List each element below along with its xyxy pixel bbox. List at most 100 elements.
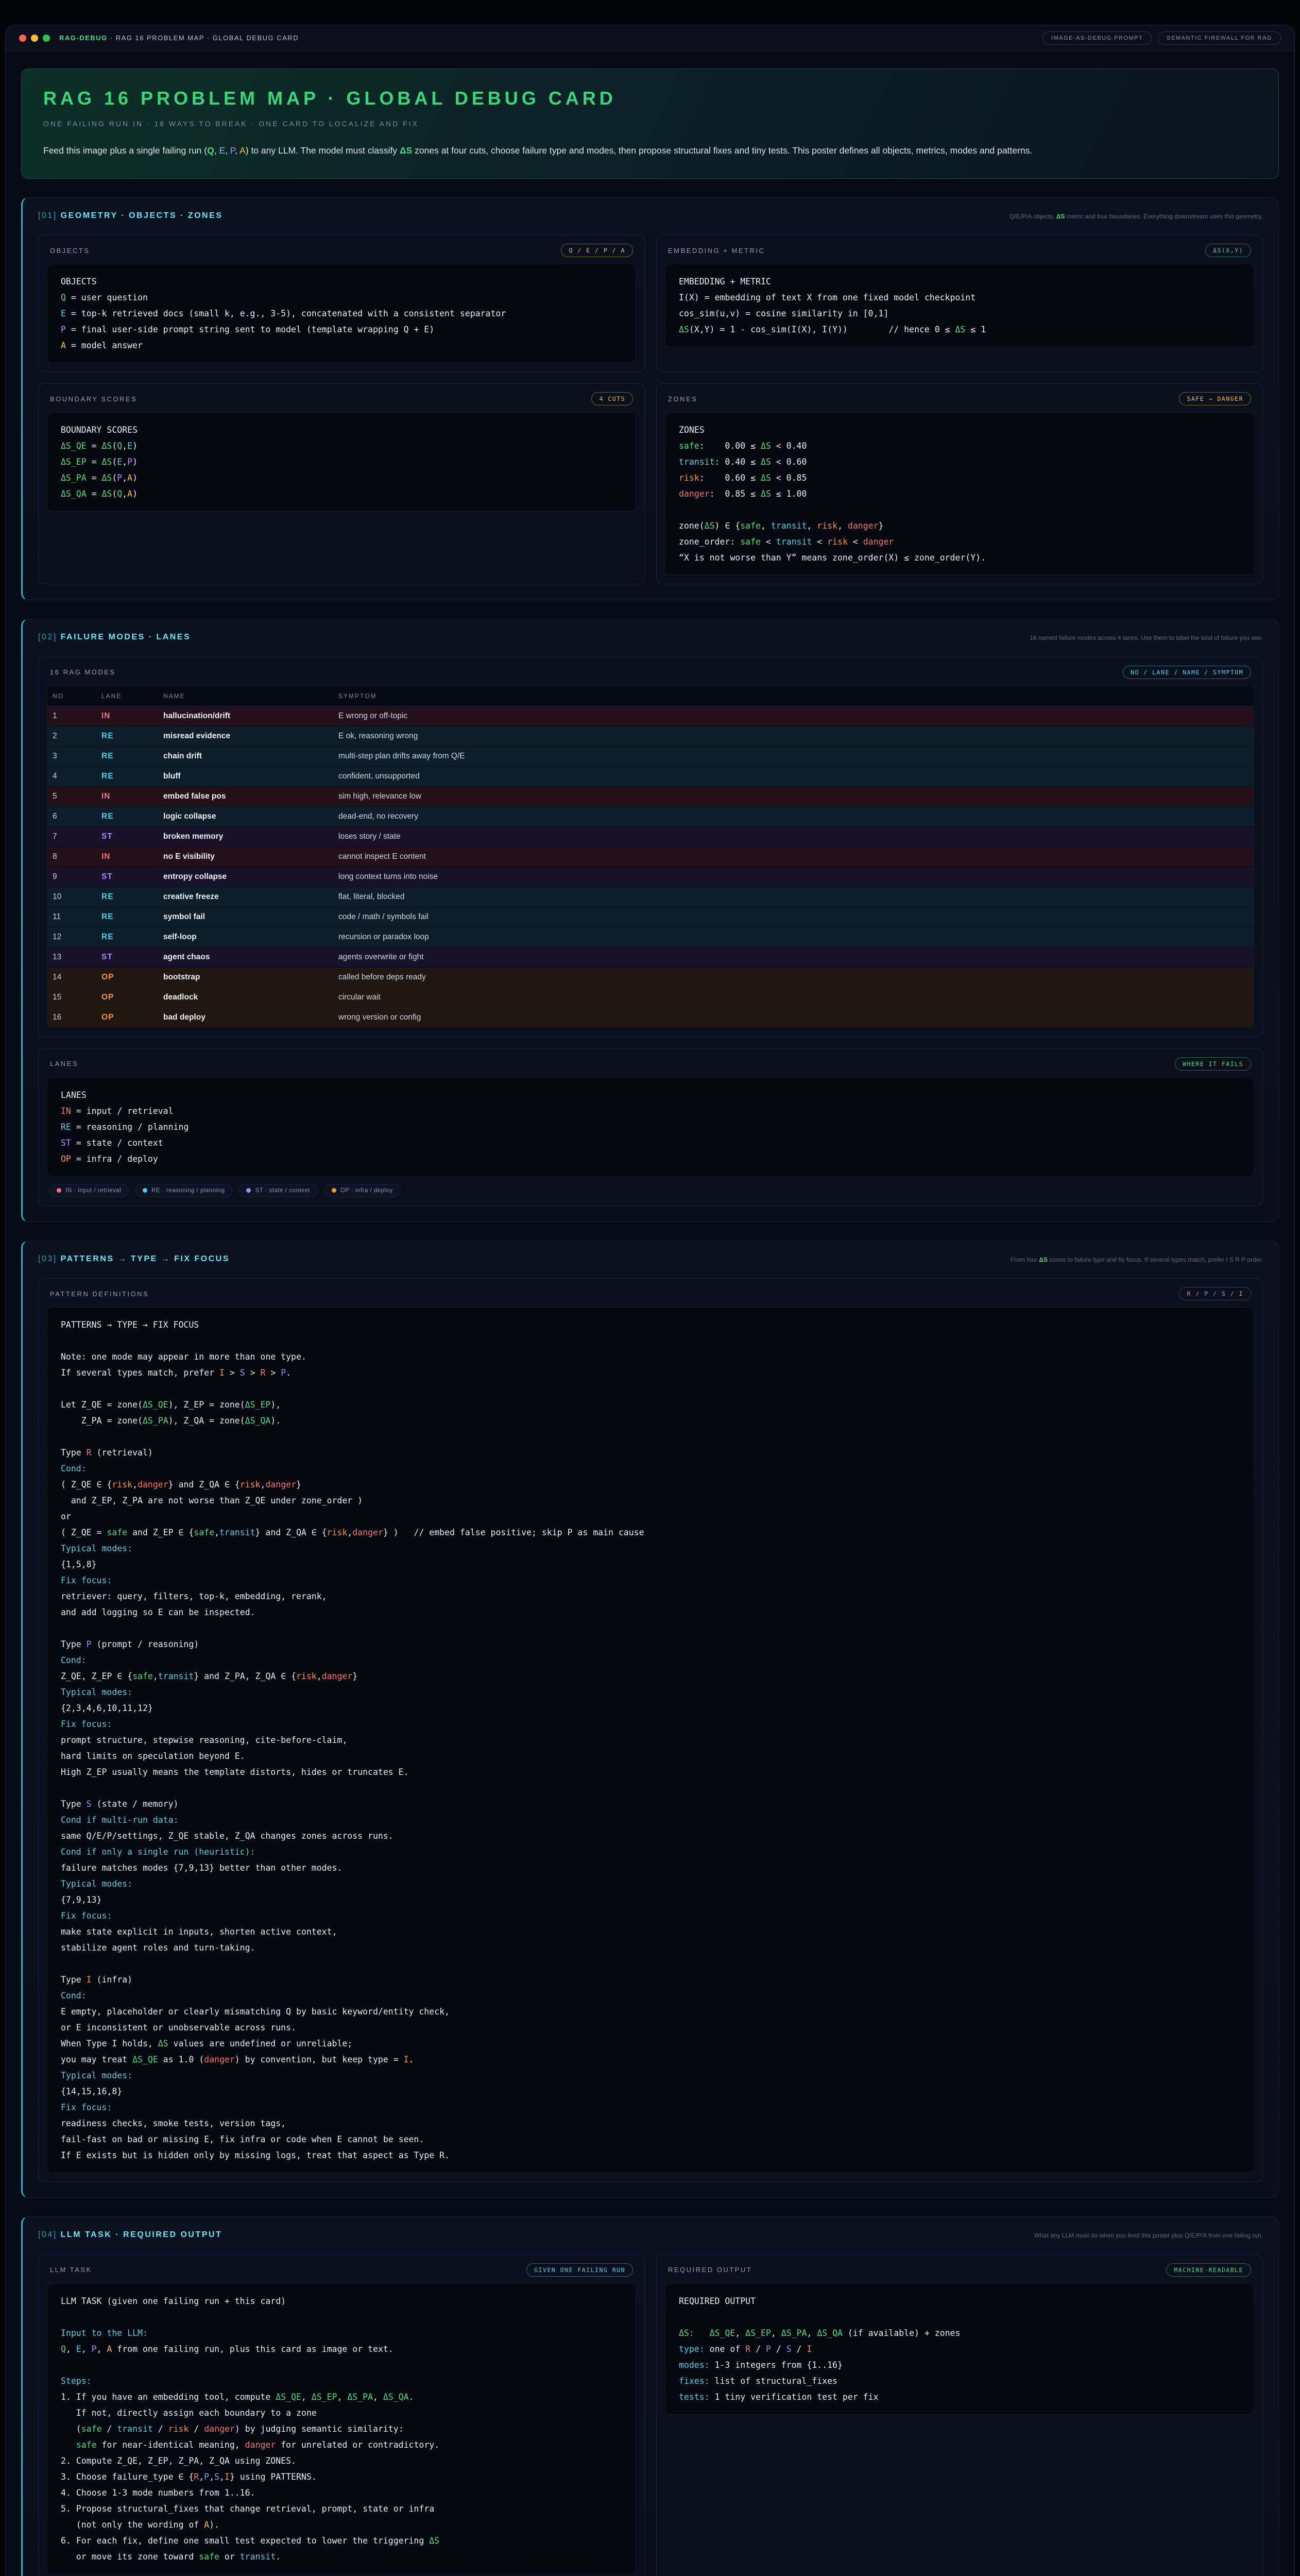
geometry-row-2: BOUNDARY SCORES 4 CUTS BOUNDARY SCORESΔS… — [38, 383, 1263, 584]
code-line: {14,15,16,8} — [61, 2083, 1240, 2099]
badge-semantic-firewall: SEMANTIC FIREWALL FOR RAG — [1158, 31, 1281, 45]
code-line: 2. Compute Z_QE, Z_EP, Z_PA, Z_QA using … — [61, 2453, 622, 2469]
cell-symptom: long context turns into noise — [333, 872, 1254, 882]
panel-badge: ΔS(X,Y) — [1205, 244, 1251, 257]
code-line: When Type I holds, ΔS values are undefin… — [61, 2036, 1240, 2052]
code-line: {1,5,8} — [61, 1556, 1240, 1572]
table-row: 11REsymbol failcode / math / symbols fai… — [47, 907, 1254, 927]
llm-task-code-block: LLM TASK (given one failing run + this c… — [47, 2283, 636, 2574]
cell-no: 6 — [47, 812, 96, 821]
table-row: 7STbroken memoryloses story / state — [47, 827, 1254, 847]
cell-name: bluff — [158, 772, 333, 781]
code-line: ΔS_EP = ΔS(E,P) — [61, 454, 622, 470]
code-line: Cond: — [61, 1652, 1240, 1668]
section-title-text: GEOMETRY · OBJECTS · ZONES — [61, 211, 223, 220]
table-row: 3REchain driftmulti-step plan drifts awa… — [47, 747, 1254, 767]
minimize-window-button[interactable] — [31, 35, 38, 42]
cell-lane: RE — [96, 892, 158, 902]
cell-name: chain drift — [158, 752, 333, 761]
code-line: same Q/E/P/settings, Z_QE stable, Z_QA c… — [61, 1828, 1240, 1844]
code-line: OBJECTS — [61, 274, 622, 290]
panel-objects: OBJECTS Q / E / P / A OBJECTSQ = user qu… — [38, 235, 645, 372]
code-line: safe for near-identical meaning, danger … — [61, 2437, 622, 2453]
code-line: transit: 0.40 ≤ ΔS < 0.60 — [679, 454, 1240, 470]
code-line: Type R (retrieval) — [61, 1445, 1240, 1461]
code-line: stabilize agent roles and turn-taking. — [61, 1940, 1240, 1956]
section-note: 16 named failure modes across 4 lanes. U… — [1030, 633, 1263, 643]
maximize-window-button[interactable] — [43, 35, 50, 42]
code-line: 3. Choose failure_type ∈ {R,P,S,I} using… — [61, 2469, 622, 2485]
code-line: High Z_EP usually means the template dis… — [61, 1764, 1240, 1780]
panel-embedding-metric: EMBEDDING + METRIC ΔS(X,Y) EMBEDDING + M… — [656, 235, 1263, 372]
objects-code-block: OBJECTSQ = user questionE = top-k retrie… — [47, 264, 636, 363]
code-line: If several types match, prefer I > S > R… — [61, 1365, 1240, 1381]
code-line: hard limits on speculation beyond E. — [61, 1748, 1240, 1764]
code-line — [61, 2309, 622, 2325]
table-row: 4REbluffconfident, unsupported — [47, 767, 1254, 787]
cell-no: 7 — [47, 832, 96, 841]
cell-symptom: called before deps ready — [333, 973, 1254, 982]
panel-badge: NO / LANE / NAME / SYMPTOM — [1123, 666, 1251, 679]
section-title-text: FAILURE MODES · LANES — [61, 633, 191, 641]
code-line: ( Z_QE = safe and Z_EP ∈ {safe,transit} … — [61, 1524, 1240, 1540]
panel-label: EMBEDDING + METRIC — [668, 247, 765, 255]
section-title: [04] LLM TASK · REQUIRED OUTPUT — [38, 2230, 222, 2240]
table-row: 6RElogic collapsedead-end, no recovery — [47, 807, 1254, 827]
code-line: prompt structure, stepwise reasoning, ci… — [61, 1732, 1240, 1748]
lane-legend-label: ST · state / context — [255, 1188, 310, 1194]
panel-header: REQUIRED OUTPUT MACHINE-READABLE — [665, 2262, 1254, 2277]
cell-no: 14 — [47, 973, 96, 982]
cell-symptom: confident, unsupported — [333, 772, 1254, 781]
code-line: If E exists but is hidden only by missin… — [61, 2147, 1240, 2163]
panel-label: OBJECTS — [50, 247, 90, 255]
code-line: ΔS_PA = ΔS(P,A) — [61, 470, 622, 486]
code-line: tests: 1 tiny verification test per fix — [679, 2389, 1240, 2405]
panel-label: ZONES — [668, 395, 697, 403]
code-line: make state explicit in inputs, shorten a… — [61, 1924, 1240, 1940]
cell-lane: IN — [96, 792, 158, 801]
code-line: type: one of R / P / S / I — [679, 2341, 1240, 2357]
code-line: Cond: — [61, 1988, 1240, 2004]
lane-legend-label: OP · infra / deploy — [340, 1188, 393, 1194]
panel-header: OBJECTS Q / E / P / A — [47, 243, 636, 257]
panel-label: LLM TASK — [50, 2266, 92, 2274]
panel-label: PATTERN DEFINITIONS — [50, 1290, 149, 1298]
panel-required-output: REQUIRED OUTPUT MACHINE-READABLE REQUIRE… — [656, 2255, 1263, 2576]
cell-lane: RE — [96, 812, 158, 821]
column-header-symptom: SYMPTOM — [333, 686, 1254, 706]
code-line — [61, 1780, 1240, 1796]
section-number: [04] — [38, 2230, 57, 2239]
close-window-button[interactable] — [19, 35, 26, 42]
code-line: fail-fast on bad or missing E, fix infra… — [61, 2131, 1240, 2147]
panel-badge: WHERE IT FAILS — [1175, 1057, 1251, 1071]
cell-lane: IN — [96, 852, 158, 861]
cell-name: symbol fail — [158, 912, 333, 922]
cell-name: broken memory — [158, 832, 333, 841]
code-line: ΔS(X,Y) = 1 - cos_sim(I(X), I(Y)) // hen… — [679, 321, 1240, 337]
code-line — [61, 1620, 1240, 1636]
code-line: 1. If you have an embedding tool, comput… — [61, 2389, 622, 2405]
code-line: Z_QE, Z_EP ∈ {safe,transit} and Z_PA, Z_… — [61, 1668, 1240, 1684]
code-line: Cond if only a single run (heuristic): — [61, 1844, 1240, 1860]
code-line: fixes: list of structural_fixes — [679, 2373, 1240, 2389]
section-geometry: [01] GEOMETRY · OBJECTS · ZONES Q/E/P/A … — [21, 197, 1279, 600]
section-failure-modes: [02] FAILURE MODES · LANES 16 named fail… — [21, 619, 1279, 1222]
section-title-text: PATTERNS → TYPE → FIX FOCUS — [61, 1255, 230, 1263]
code-line: cos_sim(u,v) = cosine similarity in [0,1… — [679, 306, 1240, 321]
code-line: 6. For each fix, define one small test e… — [61, 2533, 622, 2549]
code-line: Fix focus: — [61, 1908, 1240, 1924]
code-line: REQUIRED OUTPUT — [679, 2293, 1240, 2309]
cell-no: 2 — [47, 732, 96, 741]
code-line: (safe / transit / risk / danger) by judg… — [61, 2421, 622, 2437]
code-line: PATTERNS → TYPE → FIX FOCUS — [61, 1317, 1240, 1333]
cell-lane: RE — [96, 772, 158, 781]
cell-lane: IN — [96, 711, 158, 721]
required-output-code-block: REQUIRED OUTPUT ΔS: ΔS_QE, ΔS_EP, ΔS_PA,… — [665, 2283, 1254, 2415]
cell-symptom: flat, literal, blocked — [333, 892, 1254, 902]
table-row: 12REself-looprecursion or paradox loop — [47, 927, 1254, 947]
cell-lane: ST — [96, 872, 158, 882]
table-row: 2REmisread evidenceE ok, reasoning wrong — [47, 726, 1254, 747]
lane-dot-icon — [332, 1188, 336, 1193]
hero-banner: RAG 16 PROBLEM MAP · GLOBAL DEBUG CARD O… — [21, 69, 1279, 179]
cell-no: 9 — [47, 872, 96, 882]
